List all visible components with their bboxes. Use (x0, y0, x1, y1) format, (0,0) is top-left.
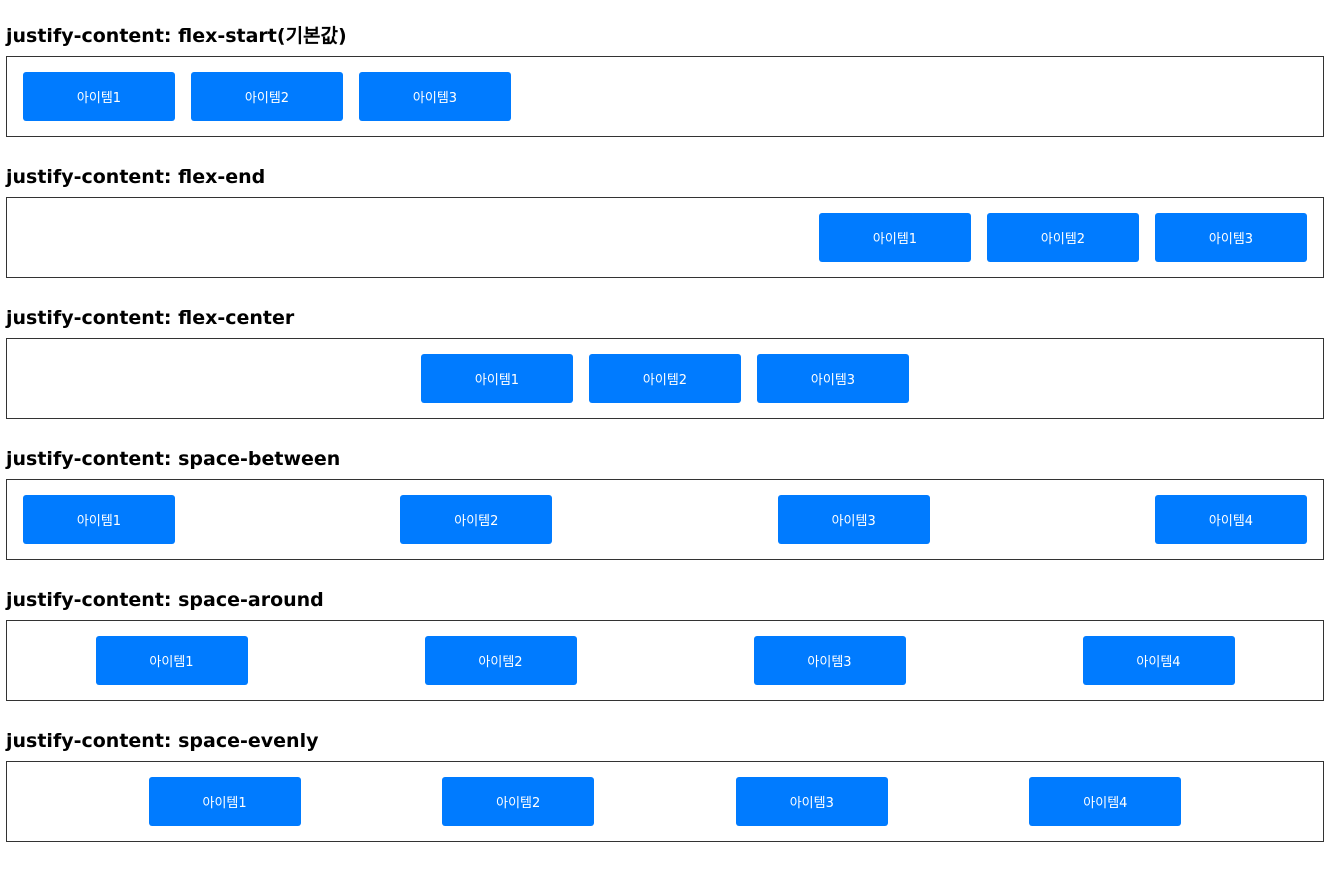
flex-item: 아이템1 (23, 495, 175, 544)
flex-item: 아이템2 (424, 636, 577, 685)
flex-container: 아이템1 아이템2 아이템3 아이템4 (6, 761, 1324, 842)
demo-title: justify-content: space-evenly (6, 730, 319, 752)
flex-item: 아이템1 (95, 636, 248, 685)
flex-container: 아이템1 아이템2 아이템3 (6, 197, 1324, 278)
flex-item: 아이템3 (757, 354, 909, 403)
flex-item: 아이템4 (1154, 495, 1307, 544)
flex-item: 아이템2 (442, 777, 595, 826)
flex-item: 아이템2 (589, 354, 741, 403)
flex-container: 아이템1 아이템2 아이템3 아이템4 (6, 479, 1324, 560)
flex-item: 아이템4 (1082, 636, 1235, 685)
demo-title: justify-content: space-between (6, 448, 341, 470)
flex-item: 아이템3 (359, 72, 511, 121)
flex-container: 아이템1 아이템2 아이템3 (6, 338, 1324, 419)
flex-item: 아이템3 (753, 636, 906, 685)
demo-title: justify-content: flex-center (6, 307, 295, 329)
flex-item: 아이템2 (400, 495, 553, 544)
flex-item: 아이템4 (1029, 777, 1182, 826)
flex-item: 아이템3 (1155, 213, 1307, 262)
demo-title: justify-content: flex-end (6, 166, 266, 188)
flex-container: 아이템1 아이템2 아이템3 (6, 56, 1324, 137)
flex-item: 아이템1 (148, 777, 301, 826)
flex-item: 아이템3 (735, 777, 888, 826)
demo-title: justify-content: space-around (6, 589, 324, 611)
page: justify-content: flex-start(기본값) 아이템1 아이… (0, 0, 1332, 874)
flex-item: 아이템1 (819, 213, 971, 262)
flex-item: 아이템3 (777, 495, 930, 544)
flex-item: 아이템1 (23, 72, 175, 121)
flex-item: 아이템2 (987, 213, 1139, 262)
demo-title: justify-content: flex-start(기본값) (6, 25, 347, 47)
flex-item: 아이템1 (421, 354, 573, 403)
flex-container: 아이템1 아이템2 아이템3 아이템4 (6, 620, 1324, 701)
flex-item: 아이템2 (191, 72, 343, 121)
